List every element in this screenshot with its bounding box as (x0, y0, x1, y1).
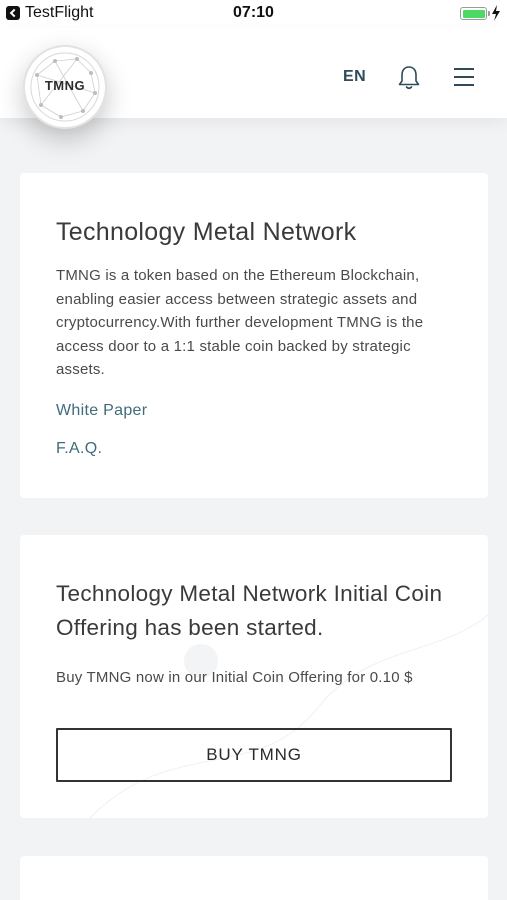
logo-text: TMNG (44, 78, 86, 93)
charging-bolt-icon (492, 5, 500, 21)
ico-card: Technology Metal Network Initial Coin Of… (20, 535, 488, 818)
battery-icon (460, 7, 490, 20)
intro-description: TMNG is a token based on the Ethereum Bl… (56, 267, 424, 378)
faq-link[interactable]: F.A.Q. (56, 440, 102, 458)
top-header: TMNG EN (0, 28, 507, 129)
next-card (20, 856, 488, 900)
ico-description: Buy TMNG now in our Initial Coin Offerin… (56, 669, 413, 686)
intro-card: Technology Metal Network TMNG is a token… (20, 173, 488, 498)
hamburger-menu-icon[interactable] (453, 67, 475, 87)
intro-title: Technology Metal Network (56, 218, 357, 246)
white-paper-link[interactable]: White Paper (56, 402, 147, 420)
language-selector[interactable]: EN (343, 68, 366, 86)
bell-icon[interactable] (397, 65, 421, 91)
tmng-logo[interactable]: TMNG (23, 45, 107, 129)
status-bar: TestFlight 07:10 (0, 0, 507, 28)
status-time: 07:10 (233, 4, 274, 21)
ico-title: Technology Metal Network Initial Coin Of… (56, 581, 443, 640)
buy-tmng-button[interactable]: BUY TMNG (56, 728, 452, 782)
